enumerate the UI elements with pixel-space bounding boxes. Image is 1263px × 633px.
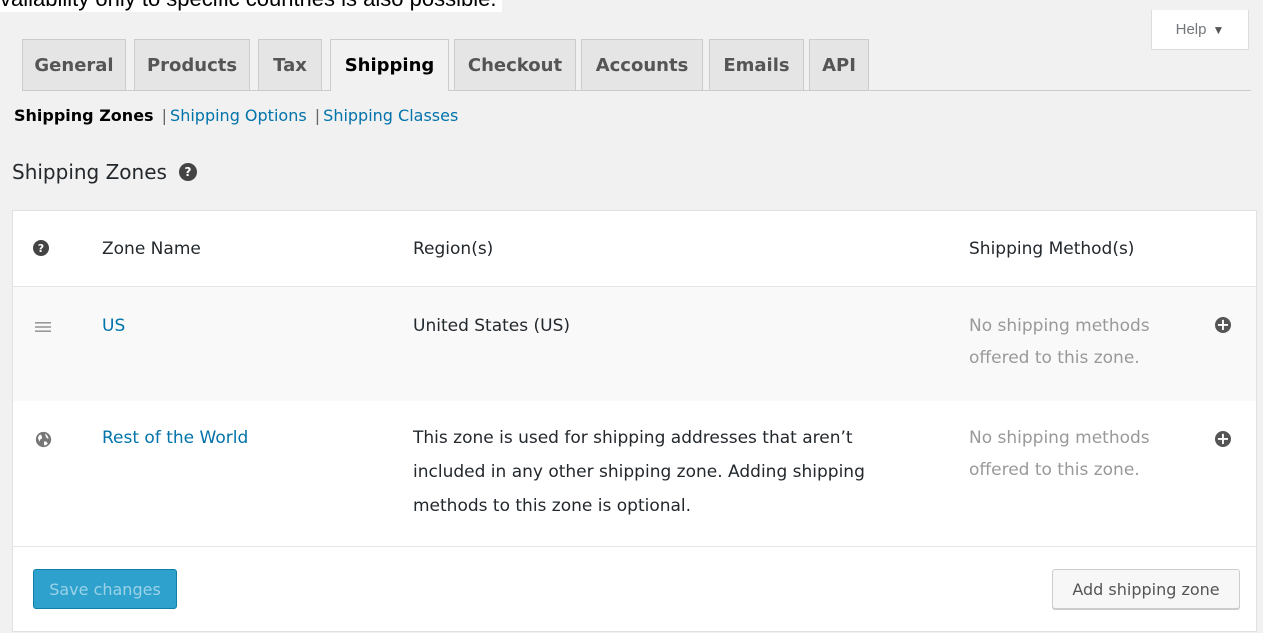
zone-region-line1: This zone is used for shipping addresses… — [413, 428, 853, 448]
subnav-shipping-classes-link[interactable]: Shipping Classes — [323, 106, 458, 125]
table-header-row: ? Zone Name Region(s) Shipping Method(s) — [13, 211, 1256, 287]
add-method-icon[interactable]: + — [1215, 431, 1231, 447]
tab-products[interactable]: Products — [134, 39, 250, 90]
shipping-methods-line2: offered to this zone. — [969, 348, 1140, 368]
header-shipping-methods: Shipping Method(s) — [969, 239, 1135, 259]
shipping-methods-line2: offered to this zone. — [969, 460, 1140, 480]
page-title: Shipping Zones — [12, 160, 167, 184]
zone-name-link[interactable]: Rest of the World — [102, 421, 248, 455]
shipping-methods-line1: No shipping methods — [969, 316, 1150, 336]
drag-handle-icon[interactable] — [35, 321, 51, 333]
tab-api[interactable]: API — [809, 39, 869, 90]
zone-region-line3: methods to this zone is optional. — [413, 496, 692, 516]
globe-icon — [35, 431, 52, 448]
header-regions: Region(s) — [413, 239, 494, 259]
zone-region: United States (US) — [413, 316, 571, 336]
tab-tax[interactable]: Tax — [258, 39, 322, 90]
page-title-wrap: Shipping Zones ? — [12, 160, 197, 184]
subnav-separator: | — [161, 106, 168, 125]
subnav-shipping-zones: Shipping Zones — [14, 106, 154, 125]
sub-navigation: Shipping Zones | Shipping Options | Shippi… — [14, 106, 458, 125]
caret-down-icon: ▼ — [1212, 22, 1225, 37]
question-circle-icon[interactable]: ? — [33, 240, 49, 256]
zone-name-link[interactable]: US — [102, 309, 125, 343]
shipping-zones-table: ? Zone Name Region(s) Shipping Method(s)… — [12, 210, 1257, 632]
subnav-separator: | — [314, 106, 321, 125]
save-changes-button[interactable]: Save changes — [33, 569, 177, 609]
help-label: Help — [1175, 21, 1207, 38]
question-circle-icon[interactable]: ? — [178, 163, 197, 181]
tab-emails[interactable]: Emails — [709, 39, 804, 90]
zone-region-line2: included in any other shipping zone. Add… — [413, 462, 865, 482]
top-caption: vailability only to specific countries i… — [0, 0, 503, 12]
tab-checkout[interactable]: Checkout — [454, 39, 576, 90]
add-shipping-zone-button[interactable]: Add shipping zone — [1052, 569, 1240, 609]
settings-tabs: General Products Tax Shipping Checkout A… — [22, 39, 1251, 91]
table-footer: Save changes Add shipping zone — [13, 547, 1256, 633]
header-zone-name: Zone Name — [102, 239, 201, 259]
tab-general[interactable]: General — [22, 39, 126, 90]
table-row: US United States (US) No shipping method… — [13, 287, 1256, 401]
table-row: Rest of the World This zone is used for … — [13, 401, 1256, 547]
tab-shipping[interactable]: Shipping — [330, 39, 449, 91]
tab-accounts[interactable]: Accounts — [581, 39, 703, 90]
subnav-shipping-options-link[interactable]: Shipping Options — [170, 106, 307, 125]
add-method-icon[interactable]: + — [1215, 317, 1231, 333]
shipping-methods-line1: No shipping methods — [969, 428, 1150, 448]
